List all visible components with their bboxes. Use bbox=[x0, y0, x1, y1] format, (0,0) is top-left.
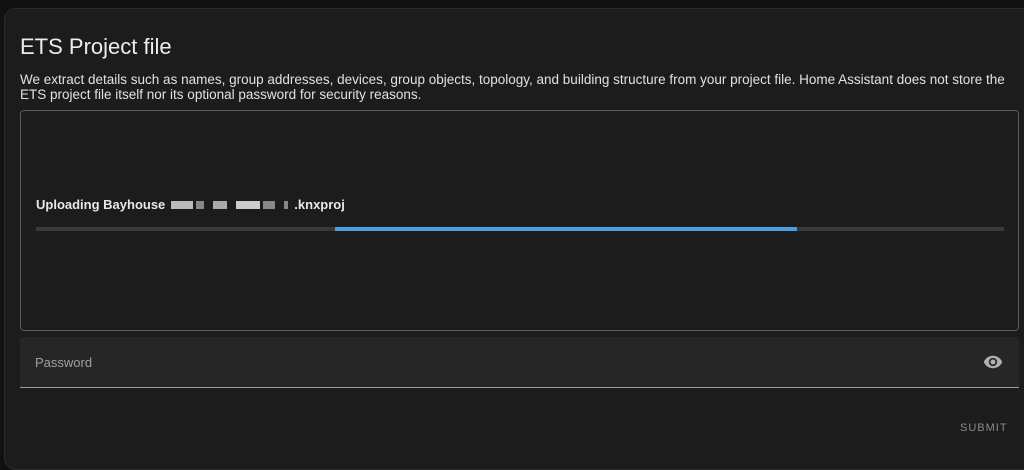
upload-prefix: Uploading Bayhouse bbox=[36, 197, 165, 212]
submit-button[interactable]: SUBMIT bbox=[960, 422, 1008, 434]
redacted-filename bbox=[171, 201, 288, 209]
ets-project-card: ETS Project file We extract details such… bbox=[4, 8, 1024, 470]
upload-status: Uploading Bayhouse .knxproj bbox=[36, 197, 345, 212]
upload-suffix: .knxproj bbox=[294, 197, 345, 212]
eye-icon[interactable] bbox=[983, 352, 1003, 372]
password-label: Password bbox=[35, 355, 92, 370]
file-upload-area[interactable]: Uploading Bayhouse .knxproj bbox=[20, 110, 1019, 331]
password-field[interactable]: Password bbox=[20, 337, 1019, 388]
upload-progress-bar bbox=[335, 227, 797, 231]
upload-progress-track bbox=[36, 227, 1004, 231]
card-description: We extract details such as names, group … bbox=[20, 72, 1010, 102]
card-title: ETS Project file bbox=[20, 34, 172, 60]
